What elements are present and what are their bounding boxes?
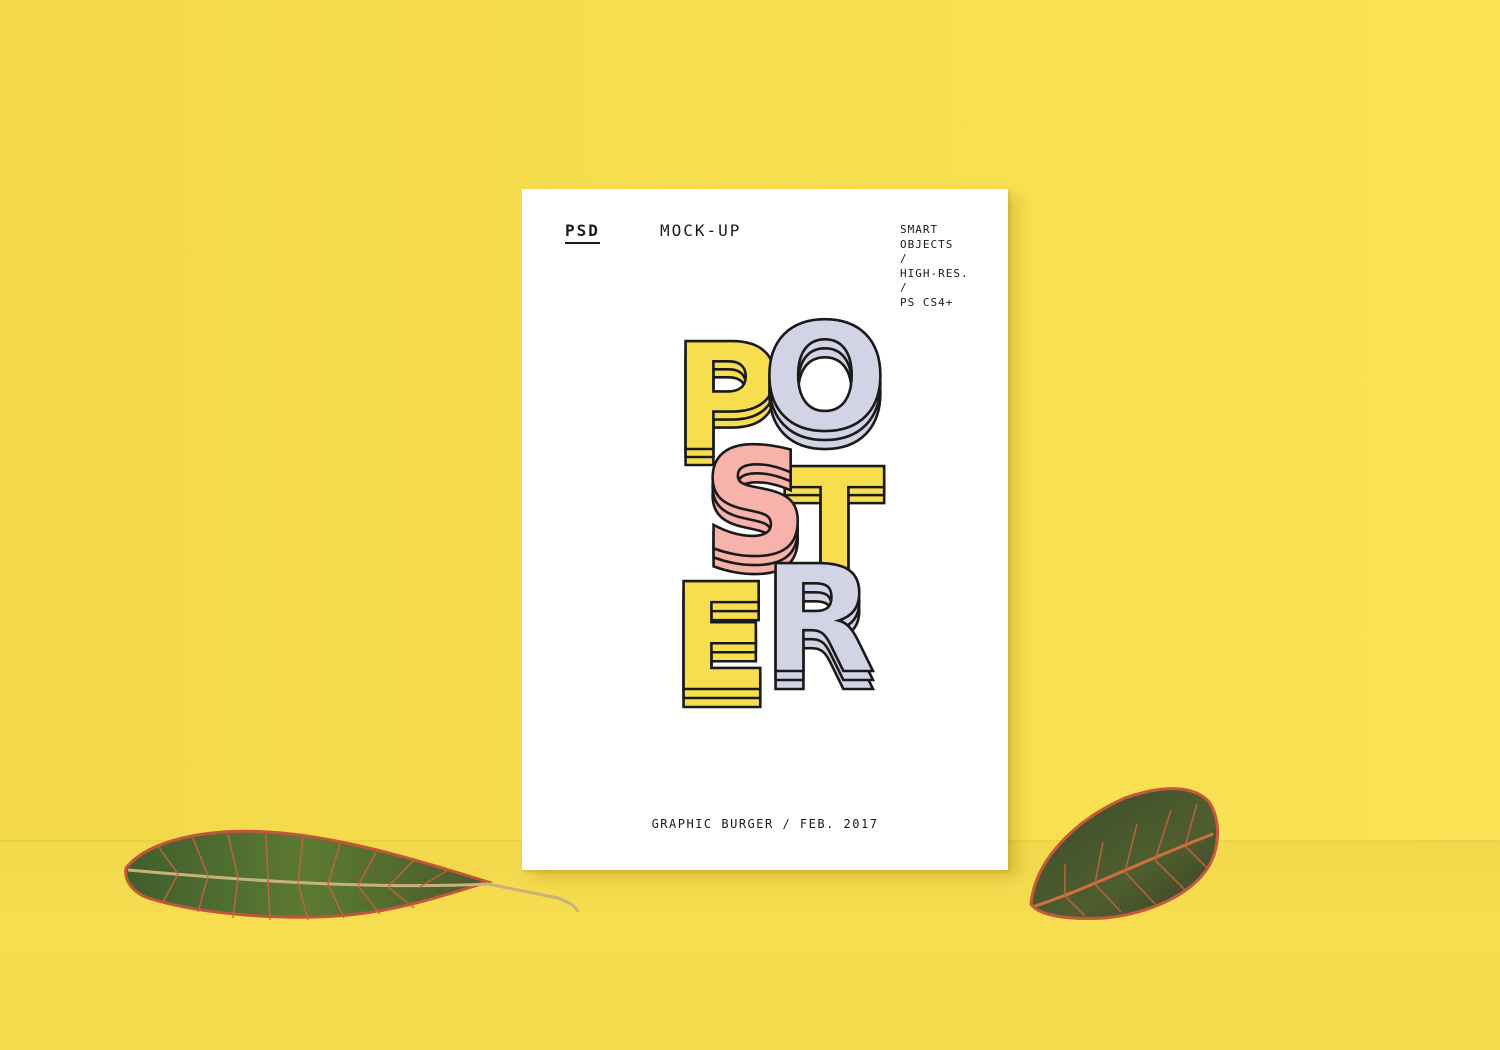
letter-r: R R R xyxy=(761,533,878,726)
right-leaf xyxy=(1029,787,1220,920)
poster-typography-art: P P P O O O T T T S S S E E E R R R xyxy=(669,291,889,744)
left-leaf xyxy=(124,829,580,921)
poster: PSD MOCK-UP SMART OBJECTS / HIGH-RES. / … xyxy=(522,189,1008,870)
poster-footer: GRAPHIC BURGER / FEB. 2017 xyxy=(651,817,879,831)
svg-text:R: R xyxy=(762,534,876,706)
svg-text:E: E xyxy=(670,552,771,724)
letter-e: E E E xyxy=(669,551,773,744)
